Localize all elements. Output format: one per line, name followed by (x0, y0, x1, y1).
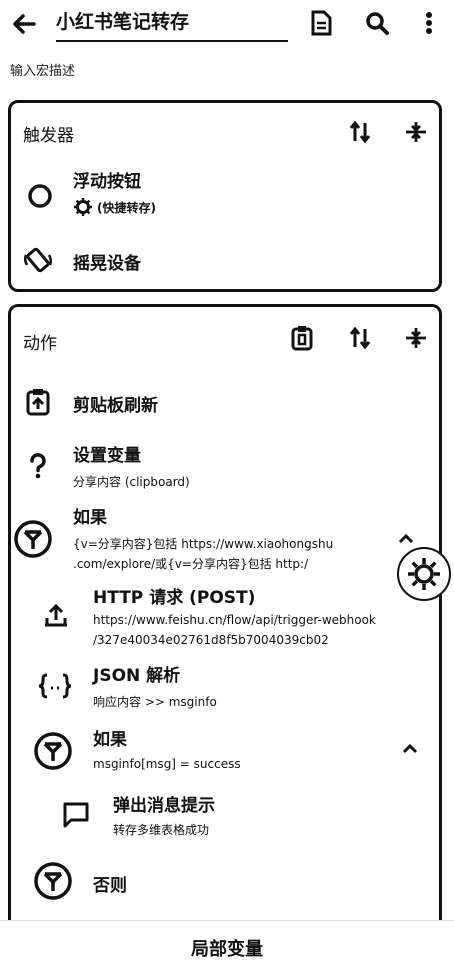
action-title: 如果 (73, 508, 107, 528)
circle-icon (25, 181, 55, 211)
triggers-title: 触发器 (23, 126, 74, 146)
condition-line-2: .com/explore/或{v=分享内容}包括 http:/ (73, 557, 309, 571)
top-app-bar: 小红书笔记转存 (0, 0, 454, 46)
triggers-card: 触发器 浮动按钮 (快捷转存) 摇晃设备 (8, 100, 442, 292)
action-title: 否则 (93, 876, 127, 896)
branch-icon (33, 731, 73, 771)
floating-settings-gear-icon[interactable] (397, 547, 451, 601)
clipboard-upload-icon (23, 387, 53, 417)
chevron-up-icon[interactable] (401, 741, 419, 755)
back-arrow-icon[interactable] (10, 10, 38, 38)
macro-name-input[interactable]: 小红书笔记转存 (56, 8, 288, 42)
actions-title: 动作 (23, 334, 57, 354)
trigger-title: 浮动按钮 (73, 172, 141, 192)
condition-line-1: {v=分享内容}包括 https://www.xiaohongshu (73, 537, 334, 551)
action-title: 设置变量 (73, 446, 141, 466)
collapse-all-icon[interactable] (403, 325, 429, 351)
chevron-up-icon[interactable] (397, 531, 415, 545)
action-title: HTTP 请求 (POST) (93, 588, 256, 608)
more-vert-icon[interactable] (416, 10, 442, 36)
http-url-line-2: /327e40034e02761d8f5b7004039cb02 (93, 633, 329, 647)
action-title: JSON 解析 (93, 666, 181, 686)
action-title: 剪贴板刷新 (73, 396, 158, 416)
trigger-title: 摇晃设备 (73, 254, 141, 274)
branch-icon (13, 519, 53, 559)
action-subtitle: 响应内容 >> msginfo (93, 695, 217, 709)
action-subtitle: 转存多维表格成功 (113, 823, 210, 837)
action-subtitle: msginfo[msg] = success (93, 757, 241, 771)
bottom-bar: 局部变量 (0, 920, 454, 971)
local-variables-button[interactable]: 局部变量 (0, 935, 454, 961)
collapse-all-icon[interactable] (403, 119, 429, 145)
clipboard-icon[interactable] (289, 325, 315, 351)
search-icon[interactable] (364, 10, 390, 36)
upload-icon (41, 601, 71, 631)
question-mark-icon (23, 451, 53, 481)
json-braces-icon (37, 671, 73, 701)
action-title: 如果 (93, 730, 127, 750)
reorder-icon[interactable] (347, 119, 373, 145)
trigger-subtitle: (快捷转存) (97, 201, 156, 215)
branch-icon (33, 861, 73, 901)
shake-device-icon (23, 245, 53, 275)
document-icon[interactable] (308, 10, 334, 36)
actions-card: 动作 剪贴板刷新 设置变量 分享内容 (clipboard) 如果 {v=分享内… (8, 304, 451, 944)
action-subtitle: 分享内容 (clipboard) (73, 475, 190, 489)
reorder-icon[interactable] (347, 325, 373, 351)
chat-bubble-icon (61, 799, 91, 829)
macro-description-input[interactable]: 输入宏描述 (10, 60, 75, 79)
action-title: 弹出消息提示 (113, 796, 215, 816)
settings-gear-icon (73, 197, 93, 217)
http-url-line-1: https://www.feishu.cn/flow/api/trigger-w… (93, 613, 376, 627)
